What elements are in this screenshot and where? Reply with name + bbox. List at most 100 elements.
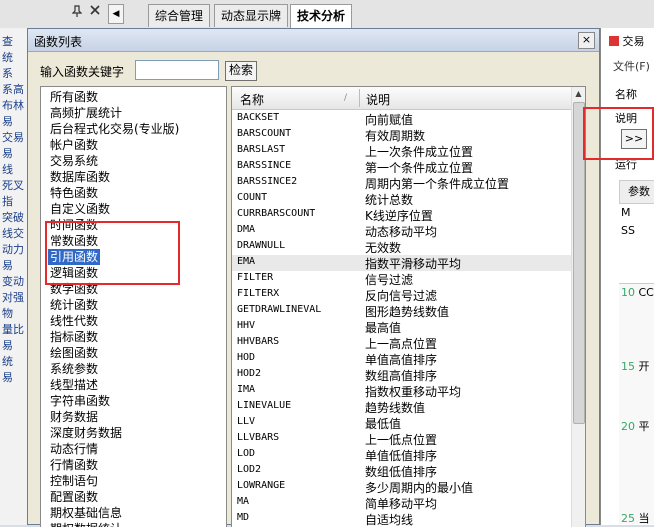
function-row[interactable]: HHVBARS 上一高点位置 xyxy=(232,335,572,351)
function-row[interactable]: BARSSINCE2 周期内第一个条件成立位置 xyxy=(232,175,572,191)
category-item[interactable]: 字符串函数 xyxy=(50,393,110,409)
param-row[interactable]: SS xyxy=(621,224,635,237)
category-item[interactable]: 动态行情 xyxy=(50,441,98,457)
category-item[interactable]: 所有函数 xyxy=(50,89,98,105)
function-row[interactable]: LINEVALUE 趋势线数值 xyxy=(232,399,572,415)
tab-comprehensive-mgmt[interactable]: 综合管理 xyxy=(148,4,211,27)
category-item[interactable]: 配置函数 xyxy=(50,489,98,505)
function-row[interactable]: CURRBARSCOUNT K线逆序位置 xyxy=(232,207,572,223)
function-row[interactable]: BACKSET 向前赋值 xyxy=(232,111,572,127)
function-row[interactable]: LOWRANGE 多少周期内的最小值 xyxy=(232,479,572,495)
category-item[interactable]: 高频扩展统计 xyxy=(50,105,122,121)
search-button[interactable]: 检索 xyxy=(225,61,257,81)
category-item[interactable]: 自定义函数 xyxy=(50,201,110,217)
background-list-item: 布林 xyxy=(2,99,24,112)
category-item[interactable]: 期权数据统计 xyxy=(50,521,122,527)
column-divider[interactable] xyxy=(359,89,360,107)
tab-dynamic-board[interactable]: 动态显示牌 xyxy=(214,4,289,27)
category-item[interactable]: 指标函数 xyxy=(50,329,98,345)
function-row[interactable]: HOD 单值高值排序 xyxy=(232,351,572,367)
tab-scroll-left-icon[interactable]: ◀ xyxy=(108,4,124,24)
category-item[interactable]: 系统参数 xyxy=(50,361,98,377)
function-row[interactable]: EMA 指数平滑移动平均 xyxy=(232,255,572,271)
dialog-title-bar[interactable]: 函数列表 × xyxy=(28,29,599,52)
trade-name-label: 名称 xyxy=(615,88,637,101)
category-item[interactable]: 行情函数 xyxy=(50,457,98,473)
function-row[interactable]: LOD2 数组低值排序 xyxy=(232,463,572,479)
function-row[interactable]: LOD 单值低值排序 xyxy=(232,447,572,463)
background-list-item: 线交 xyxy=(2,227,24,240)
function-row[interactable]: BARSLAST 上一次条件成立位置 xyxy=(232,143,572,159)
function-row[interactable]: FILTERX 反向信号过滤 xyxy=(232,287,572,303)
function-row[interactable]: COUNT 统计总数 xyxy=(232,191,572,207)
function-row[interactable]: HOD2 数组高值排序 xyxy=(232,367,572,383)
function-name: HOD2 xyxy=(237,368,262,379)
function-desc: 多少周期内的最小值 xyxy=(365,481,474,495)
code-line-number: 10 CC xyxy=(621,286,654,299)
category-item[interactable]: 交易系统 xyxy=(50,153,98,169)
dialog-close-button[interactable]: × xyxy=(578,32,595,49)
keyword-input[interactable] xyxy=(135,60,219,80)
tab-technical-analysis[interactable]: 技术分析 xyxy=(290,4,353,29)
function-desc: 指数平滑移动平均 xyxy=(365,257,462,271)
function-desc: 第一个条件成立位置 xyxy=(365,161,474,175)
function-name: LLVBARS xyxy=(237,432,280,443)
panel-close-icon[interactable] xyxy=(90,5,100,18)
background-list-item: 量比 xyxy=(2,323,24,336)
param-header: 参数 xyxy=(619,180,654,204)
function-name: COUNT xyxy=(237,192,268,203)
function-row[interactable]: GETDRAWLINEVAL 图形趋势线数值 xyxy=(232,303,572,319)
function-name: LOD xyxy=(237,448,256,459)
code-text: 开 xyxy=(638,360,650,373)
function-desc: 上一低点位置 xyxy=(365,433,438,447)
category-item[interactable]: 控制语句 xyxy=(50,473,98,489)
category-list[interactable]: 所有函数 高频扩展统计 后台程式化交易(专业版) 帐户函数 交易系统 数据库函数 特色函数自… xyxy=(40,86,227,527)
function-row[interactable]: BARSCOUNT 有效周期数 xyxy=(232,127,572,143)
highlight-box-category xyxy=(45,221,180,285)
category-item[interactable]: 财务数据 xyxy=(50,409,98,425)
category-item[interactable]: 深度财务数据 xyxy=(50,425,122,441)
code-line-number: 20 平 xyxy=(621,418,650,434)
category-item[interactable]: 绘图函数 xyxy=(50,345,98,361)
trade-window-title-text: 交易 xyxy=(622,35,645,48)
function-desc: 最高值 xyxy=(365,321,402,335)
category-item[interactable]: 期权基础信息 xyxy=(50,505,122,521)
dialog-title: 函数列表 xyxy=(34,35,83,49)
trade-menu-file[interactable]: 文件(F) xyxy=(613,58,650,74)
background-list-item: 对强 xyxy=(2,291,24,304)
function-row[interactable]: LLVBARS 上一低点位置 xyxy=(232,431,572,447)
category-item[interactable]: 数据库函数 xyxy=(50,169,110,185)
category-item[interactable]: 后台程式化交易(专业版) xyxy=(50,121,179,137)
function-name: FILTERX xyxy=(237,288,280,299)
function-row[interactable]: BARSSINCE 第一个条件成立位置 xyxy=(232,159,572,175)
function-row[interactable]: FILTER 信号过滤 xyxy=(232,271,572,287)
function-name: FILTER xyxy=(237,272,274,283)
function-table[interactable]: 名称 / 说明 BACKSET 向前赋值 BARSCOUNT 有效周期数 BARSLAS… xyxy=(231,86,586,527)
category-item[interactable]: 帐户函数 xyxy=(50,137,98,153)
col-header-desc[interactable]: 说明 xyxy=(366,91,390,108)
function-desc: 图形趋势线数值 xyxy=(365,305,450,319)
function-row[interactable]: IMA 指数权重移动平均 xyxy=(232,383,572,399)
category-item[interactable]: 统计函数 xyxy=(50,297,98,313)
function-row[interactable]: HHV 最高值 xyxy=(232,319,572,335)
background-list-item: 动力 xyxy=(2,243,24,256)
category-item[interactable]: 线性代数 xyxy=(50,313,98,329)
background-list-item: 易 xyxy=(2,147,13,160)
category-item[interactable]: 线型描述 xyxy=(50,377,98,393)
param-row[interactable]: M xyxy=(621,206,631,219)
function-name: HHVBARS xyxy=(237,336,280,347)
scroll-up-icon[interactable]: ▲ xyxy=(572,87,585,101)
code-editor[interactable] xyxy=(619,283,654,524)
function-row[interactable]: LLV 最低值 xyxy=(232,415,572,431)
function-name: BARSSINCE xyxy=(237,160,292,171)
function-row[interactable]: DMA 动态移动平均 xyxy=(232,223,572,239)
document-tab-bar: ◀ 综合管理 动态显示牌 技术分析 xyxy=(0,0,654,29)
function-row[interactable]: MA 简单移动平均 xyxy=(232,495,572,511)
col-header-name[interactable]: 名称 xyxy=(240,91,264,108)
function-name: HHV xyxy=(237,320,256,331)
pin-icon[interactable] xyxy=(71,5,83,20)
category-item[interactable]: 特色函数 xyxy=(50,185,98,201)
function-desc: 信号过滤 xyxy=(365,273,414,287)
function-row[interactable]: DRAWNULL 无效数 xyxy=(232,239,572,255)
function-desc: 向前赋值 xyxy=(365,113,414,127)
